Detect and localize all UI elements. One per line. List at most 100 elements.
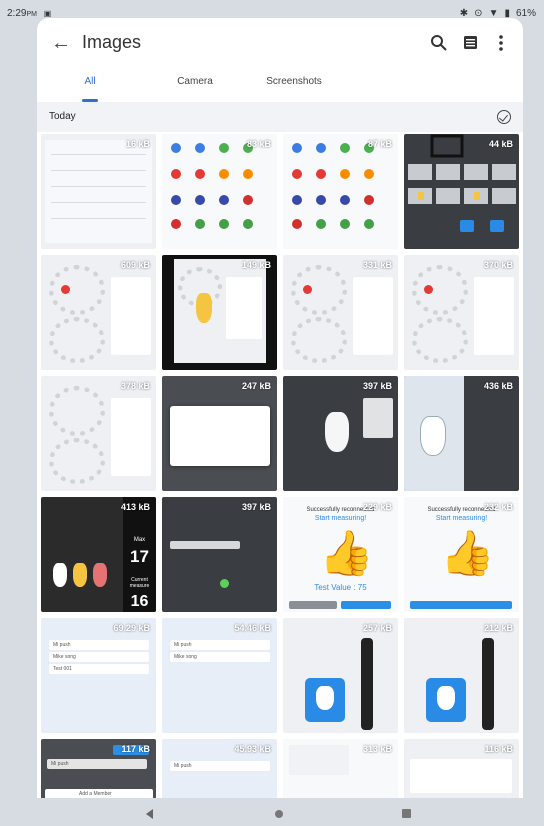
thumbnail[interactable]: Successfully reconnected Start measuring… bbox=[404, 497, 519, 612]
thumbnail[interactable]: 44 kB bbox=[404, 134, 519, 249]
nav-home-icon[interactable] bbox=[275, 810, 283, 818]
thumbnail[interactable]: 370 kB bbox=[404, 255, 519, 370]
success-subline: Start measuring! bbox=[435, 515, 488, 522]
file-size: 257 kB bbox=[362, 623, 392, 633]
tooth-image bbox=[437, 686, 455, 710]
thumbnail[interactable]: Mi push Add a Member 117 kB bbox=[41, 739, 156, 798]
file-size: 16 kB bbox=[125, 139, 150, 149]
thumbnail[interactable]: Successfully reconnected Start measuring… bbox=[283, 497, 398, 612]
max-value: 17 bbox=[130, 547, 149, 566]
footer-label: Add a Member bbox=[79, 791, 112, 797]
tooth-image bbox=[53, 563, 67, 587]
section-header: Today bbox=[37, 102, 523, 132]
current-label: Current measure bbox=[129, 577, 150, 589]
thumbs-up-icon: 👍 bbox=[319, 529, 374, 578]
list-row: Mi push bbox=[170, 761, 270, 771]
file-size: 378 kB bbox=[120, 381, 150, 391]
file-size: 87 kB bbox=[367, 139, 392, 149]
app-icon bbox=[305, 678, 345, 722]
list-row-label: Mi push bbox=[174, 763, 192, 769]
list-row: Mi push bbox=[49, 640, 149, 650]
list-view-icon[interactable] bbox=[464, 36, 477, 49]
tooth-image bbox=[93, 563, 107, 587]
file-size: 229 kB bbox=[362, 502, 392, 512]
thumbnail[interactable]: 397 kB bbox=[162, 497, 277, 612]
thumbnail[interactable]: 331 kB bbox=[283, 255, 398, 370]
file-size: 413 kB bbox=[120, 502, 150, 512]
nav-recents-icon[interactable] bbox=[402, 809, 411, 818]
thumbnail[interactable]: 116 kB bbox=[404, 739, 519, 798]
dental-arch bbox=[49, 386, 105, 436]
instruction-card bbox=[289, 745, 349, 775]
thumbnail[interactable]: 87 kB bbox=[283, 134, 398, 249]
thumbnail[interactable]: 397 kB bbox=[283, 376, 398, 491]
status-time-ampm: PM bbox=[26, 11, 37, 18]
navigation-bar bbox=[0, 800, 544, 826]
thumbnail[interactable]: 149 kB bbox=[162, 255, 277, 370]
thumbnail[interactable]: 609 kB bbox=[41, 255, 156, 370]
file-size: 397 kB bbox=[241, 502, 271, 512]
dental-arch bbox=[49, 317, 105, 363]
file-size: 436 kB bbox=[483, 381, 513, 391]
list-row: Mike song bbox=[170, 652, 270, 662]
thumbnail[interactable]: Mi push 45.93 kB bbox=[162, 739, 277, 798]
toothbrush-image bbox=[482, 638, 494, 730]
dental-arch bbox=[291, 265, 347, 315]
list-row: Mike song bbox=[49, 652, 149, 662]
settings-preview bbox=[45, 140, 152, 243]
result-column: Max 17 Current measure 16 bbox=[123, 497, 156, 612]
thumbnail[interactable]: 247 kB bbox=[162, 376, 277, 491]
select-all-check-icon[interactable] bbox=[497, 110, 511, 124]
list-row: Mi push bbox=[47, 759, 147, 769]
thumbnail[interactable]: 212 kB bbox=[404, 618, 519, 733]
more-vert-icon[interactable] bbox=[495, 32, 507, 54]
divider bbox=[51, 202, 146, 203]
toggle-dot bbox=[220, 579, 229, 588]
list-row-label: Mi push bbox=[174, 642, 192, 648]
stop-button bbox=[289, 601, 337, 609]
thumbnail[interactable]: 16 kB bbox=[41, 134, 156, 249]
back-arrow-icon[interactable]: ← bbox=[51, 32, 73, 54]
notification-icon: ▣ bbox=[43, 9, 52, 18]
thumbnail[interactable]: 313 kB bbox=[283, 739, 398, 798]
search-icon[interactable] bbox=[429, 33, 449, 53]
file-size: 313 kB bbox=[362, 744, 392, 754]
info-panel bbox=[363, 398, 393, 438]
test-button bbox=[341, 601, 391, 609]
file-size: 370 kB bbox=[483, 260, 513, 270]
test-value: Test Value : 75 bbox=[314, 583, 367, 592]
thumbnail[interactable]: 257 kB bbox=[283, 618, 398, 733]
nav-back-icon[interactable] bbox=[146, 809, 153, 819]
app-grid-preview bbox=[171, 143, 253, 229]
divider bbox=[51, 186, 146, 187]
file-size: 44 kB bbox=[488, 139, 513, 149]
marker-dot bbox=[303, 285, 312, 294]
dental-arch bbox=[412, 317, 468, 363]
tooth-image bbox=[73, 563, 87, 587]
tab-screenshots[interactable]: Screenshots bbox=[259, 68, 329, 102]
thumbnail[interactable]: Mi push Mike song Test 001 69.29 kB bbox=[41, 618, 156, 733]
file-size: 247 kB bbox=[241, 381, 271, 391]
tab-camera[interactable]: Camera bbox=[165, 68, 225, 102]
thumbnail[interactable]: Mi push Mike song 54.46 kB bbox=[162, 618, 277, 733]
file-size: 397 kB bbox=[362, 381, 392, 391]
file-size: 116 kB bbox=[484, 744, 513, 754]
list-row-label: Test 001 bbox=[53, 666, 72, 672]
tab-all[interactable]: All bbox=[70, 68, 110, 102]
file-size: 54.46 kB bbox=[234, 623, 271, 633]
test-button bbox=[410, 601, 512, 609]
menu-card bbox=[410, 759, 512, 793]
max-label: Max bbox=[133, 537, 146, 543]
list-row: Mi push bbox=[170, 640, 270, 650]
tooth-image bbox=[420, 416, 446, 456]
info-panel bbox=[111, 277, 151, 355]
thumbnail[interactable]: 436 kB bbox=[404, 376, 519, 491]
file-size: 212 kB bbox=[483, 623, 513, 633]
page-title: Images bbox=[82, 32, 142, 52]
thumbs-up-icon: 👍 bbox=[440, 529, 495, 578]
thumbnail[interactable]: 83 kB bbox=[162, 134, 277, 249]
dental-arch bbox=[49, 265, 105, 315]
app-grid-preview bbox=[292, 143, 374, 229]
thumbnail[interactable]: 378 kB bbox=[41, 376, 156, 491]
thumbnail[interactable]: Max 17 Current measure 16 413 kB bbox=[41, 497, 156, 612]
